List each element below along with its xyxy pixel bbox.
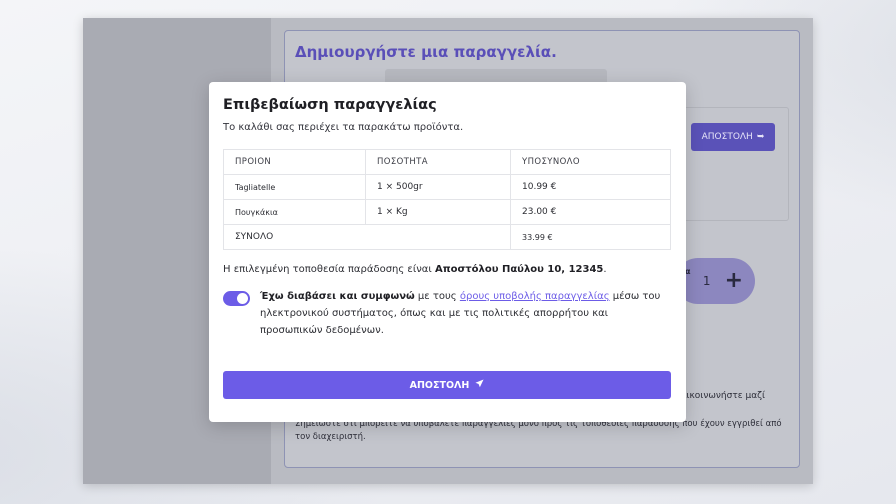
row-product: Πουγκάκια — [223, 199, 366, 225]
terms-toggle[interactable] — [223, 291, 250, 306]
terms-consent: Έχω διαβάσει και συμφωνώ με τους όρους υ… — [223, 290, 672, 339]
total-row: ΣΥΝΟΛΟ 33.99 € — [223, 224, 671, 250]
location-prefix: Η επιλεγμένη τοποθεσία παράδοσης είναι — [223, 264, 435, 275]
contact-text: πικοινωνήστε μαζί — [681, 391, 766, 401]
toggle-knob — [237, 293, 248, 304]
consent-bold: Έχω διαβάσει και συμφωνώ — [260, 291, 415, 302]
modal-subtitle: Το καλάθι σας περιέχει τα παρακάτω προϊό… — [223, 122, 464, 133]
location-suffix: . — [603, 264, 607, 275]
background-send-button: ΑΠΟΣΤΟΛΗ ➥ — [691, 123, 775, 151]
table-header-row: ΠΡΟΙΟΝ ΠΟΣΟΤΗΤΑ ΥΠΟΣΥΝΟΛΟ — [223, 149, 671, 175]
send-icon — [475, 379, 484, 391]
table-row: Πουγκάκια 1 × Kg 23.00 € — [223, 199, 671, 225]
table-row: Tagliatelle 1 × 500gr 10.99 € — [223, 174, 671, 200]
header-quantity: ΠΟΣΟΤΗΤΑ — [365, 149, 511, 175]
background-send-label: ΑΠΟΣΤΟΛΗ — [701, 132, 753, 142]
total-label: ΣΥΝΟΛΟ — [223, 224, 511, 250]
consent-text: Έχω διαβάσει και συμφωνώ με τους όρους υ… — [260, 288, 670, 339]
submit-label: ΑΠΟΣΤΟΛΗ — [409, 379, 470, 391]
row-subtotal: 23.00 € — [510, 199, 671, 225]
header-product: ΠΡΟΙΟΝ — [223, 149, 366, 175]
send-icon: ➥ — [756, 132, 765, 142]
order-confirmation-modal: Επιβεβαίωση παραγγελίας Το καλάθι σας πε… — [209, 82, 686, 422]
total-value: 33.99 € — [510, 224, 671, 250]
quantity-stepper: 1 + — [675, 258, 755, 304]
cart-table: ΠΡΟΙΟΝ ΠΟΣΟΤΗΤΑ ΥΠΟΣΥΝΟΛΟ Tagliatelle 1 … — [223, 149, 671, 250]
row-quantity: 1 × 500gr — [365, 174, 511, 200]
row-subtotal: 10.99 € — [510, 174, 671, 200]
location-value: Αποστόλου Παύλου 10, 12345 — [434, 264, 604, 275]
delivery-location-text: Η επιλεγμένη τοποθεσία παράδοσης είναι Α… — [223, 264, 672, 275]
stepper-plus-icon: + — [724, 268, 743, 293]
modal-title: Επιβεβαίωση παραγγελίας — [223, 97, 437, 113]
terms-link[interactable]: όρους υποβολής παραγγελίας — [460, 291, 610, 302]
row-quantity: 1 × Kg — [365, 199, 511, 225]
header-subtotal: ΥΠΟΣΥΝΟΛΟ — [510, 149, 671, 175]
submit-order-button[interactable]: ΑΠΟΣΤΟΛΗ — [223, 371, 671, 399]
consent-before-link: με τους — [414, 291, 460, 302]
page-title: Δημιουργήστε μια παραγγελία. — [295, 43, 557, 61]
stepper-quantity: 1 — [702, 274, 711, 288]
row-product: Tagliatelle — [223, 174, 366, 200]
